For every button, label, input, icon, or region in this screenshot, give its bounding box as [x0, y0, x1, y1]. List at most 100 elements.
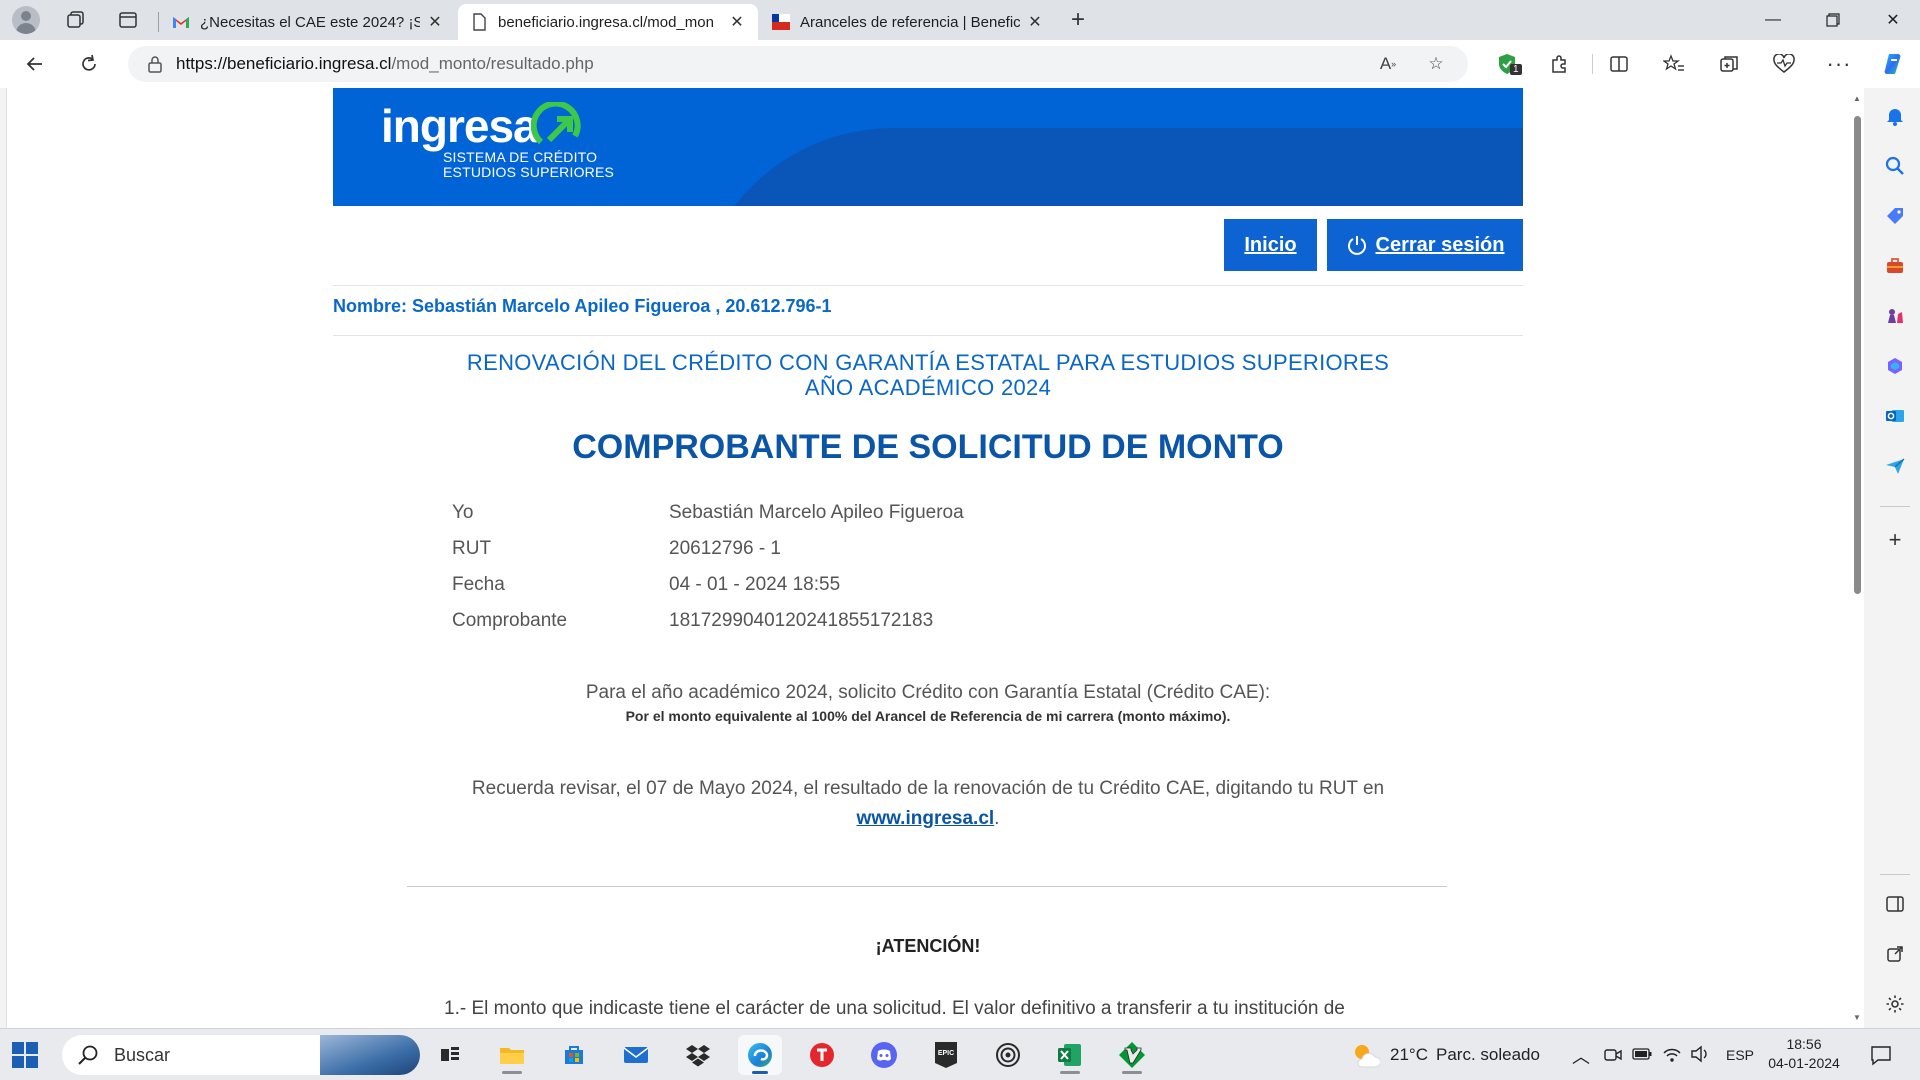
taskbar-clock[interactable]: 18:56 04-01-2024: [1768, 1035, 1840, 1073]
field-label-comprobante: Comprobante: [452, 610, 568, 631]
close-tab-icon[interactable]: ✕: [728, 12, 746, 32]
weather-temp[interactable]: 21°C: [1390, 1045, 1428, 1065]
ingresa-link[interactable]: www.ingresa.cl: [857, 808, 995, 829]
search-icon[interactable]: [1879, 150, 1911, 182]
mail-icon[interactable]: [614, 1035, 658, 1075]
battery-icon[interactable]: [1632, 1047, 1652, 1066]
tab-gmail[interactable]: ¿Necesitas el CAE este 2024? ¡Sol ✕: [160, 4, 456, 40]
logo-subtitle-2: ESTUDIOS SUPERIORES: [443, 164, 615, 180]
copilot-icon[interactable]: [1876, 48, 1910, 80]
language-indicator[interactable]: ESP: [1726, 1047, 1754, 1063]
shopping-tag-icon[interactable]: [1879, 200, 1911, 232]
attention-heading: ¡ATENCIÓN!: [875, 936, 981, 956]
browser-essentials-icon[interactable]: [1767, 48, 1801, 80]
spiral-app-icon[interactable]: [986, 1035, 1030, 1075]
page-scrollbar[interactable]: ▲ ▼: [1850, 88, 1864, 1028]
volume-icon[interactable]: [1690, 1045, 1710, 1068]
notifications-chat-icon[interactable]: [1870, 1044, 1892, 1071]
edge-sidebar: +: [1870, 88, 1920, 1028]
logo-arrow-icon: [531, 102, 581, 145]
back-arrow-icon[interactable]: [18, 48, 52, 80]
field-value-fecha: 04 - 01 - 2024 18:55: [669, 574, 841, 595]
read-aloud-icon[interactable]: A»: [1374, 52, 1402, 76]
browser-toolbar: https://beneficiario.ingresa.cl/mod_mont…: [0, 40, 1920, 88]
power-icon: [1347, 236, 1366, 255]
clock-date: 04-01-2024: [1768, 1055, 1840, 1071]
epic-games-icon[interactable]: EPIC: [924, 1035, 968, 1075]
search-icon: [78, 1045, 98, 1065]
more-options-icon[interactable]: ···: [1822, 48, 1856, 80]
chile-flag-icon: [772, 14, 790, 30]
edge-browser-icon[interactable]: [738, 1035, 782, 1075]
field-value-rut: 20612796 - 1: [669, 538, 781, 559]
browser-tab-bar: ¿Necesitas el CAE este 2024? ¡Sol ✕ bene…: [0, 0, 1920, 40]
url-text[interactable]: https://beneficiario.ingresa.cl/mod_mont…: [176, 54, 594, 74]
scroll-up-arrow-icon[interactable]: ▲: [1853, 94, 1861, 103]
new-tab-icon[interactable]: +: [1062, 6, 1094, 34]
page-viewport: ingresa SISTEMA DE CRÉDITO ESTUDIOS SUPE…: [6, 88, 1850, 1028]
collections-icon[interactable]: [1712, 48, 1746, 80]
cerrar-sesion-button[interactable]: Cerrar sesión: [1327, 219, 1523, 271]
profile-avatar-icon[interactable]: [12, 6, 40, 34]
cerrar-sesion-label: Cerrar sesión: [1375, 233, 1505, 256]
notifications-bell-icon[interactable]: [1879, 100, 1911, 132]
excel-icon[interactable]: [1048, 1035, 1092, 1075]
url-domain: https://beneficiario.ingresa.cl: [176, 54, 392, 73]
sidebar-separator: [1880, 874, 1910, 875]
favorites-icon[interactable]: [1657, 48, 1691, 80]
todoist-icon[interactable]: [800, 1035, 844, 1075]
weather-desc[interactable]: Parc. soleado: [1436, 1045, 1540, 1065]
dropbox-icon[interactable]: [676, 1035, 720, 1075]
field-label-yo: Yo: [452, 502, 474, 523]
tab-actions-icon[interactable]: [112, 6, 144, 34]
sidebar-settings-gear-icon[interactable]: [1879, 988, 1911, 1020]
outlook-icon[interactable]: [1879, 400, 1911, 432]
scroll-down-arrow-icon[interactable]: ▼: [1853, 1013, 1861, 1022]
file-explorer-icon[interactable]: [490, 1035, 534, 1075]
scroll-thumb[interactable]: [1854, 116, 1861, 594]
discord-icon[interactable]: [862, 1035, 906, 1075]
link-suffix: .: [994, 808, 1000, 829]
send-paper-plane-icon[interactable]: [1879, 450, 1911, 482]
microsoft-365-icon[interactable]: [1879, 350, 1911, 382]
meet-now-icon[interactable]: [1604, 1046, 1622, 1069]
windows-taskbar: Buscar EPIC 21°C Parc. soleado ︿ ESP 18:…: [0, 1028, 1920, 1080]
open-external-icon[interactable]: [1879, 938, 1911, 970]
favorite-star-icon[interactable]: ☆: [1422, 52, 1450, 76]
workspaces-icon[interactable]: [60, 6, 92, 34]
split-screen-icon[interactable]: [1602, 48, 1636, 80]
windows-start-icon[interactable]: [12, 1042, 38, 1068]
task-view-icon[interactable]: [428, 1035, 472, 1075]
extensions-puzzle-icon[interactable]: [1542, 48, 1576, 80]
weather-icon[interactable]: [1350, 1041, 1382, 1074]
extension-badge: 1: [1510, 64, 1522, 75]
search-placeholder: Buscar: [114, 1044, 171, 1065]
field-value-yo: Sebastián Marcelo Apileo Figueroa: [669, 502, 964, 523]
tab-aranceles[interactable]: Aranceles de referencia | Benefic ✕: [760, 4, 1056, 40]
hide-sidebar-icon[interactable]: [1879, 888, 1911, 920]
close-window-icon[interactable]: ✕: [1866, 0, 1920, 40]
microsoft-store-icon[interactable]: [552, 1035, 596, 1075]
taskbar-search-box[interactable]: Buscar: [62, 1035, 420, 1075]
restore-icon[interactable]: [1806, 0, 1860, 40]
show-hidden-icons-chevron-icon[interactable]: ︿: [1572, 1043, 1590, 1069]
minimize-icon[interactable]: —: [1746, 0, 1800, 40]
wifi-icon[interactable]: [1662, 1045, 1682, 1068]
refresh-icon[interactable]: [72, 48, 106, 80]
header-banner: ingresa SISTEMA DE CRÉDITO ESTUDIOS SUPE…: [333, 88, 1523, 206]
ingresa-logo[interactable]: ingresa SISTEMA DE CRÉDITO ESTUDIOS SUPE…: [381, 102, 614, 180]
lock-icon[interactable]: [138, 55, 172, 73]
extension-shield-icon[interactable]: 1: [1490, 48, 1524, 80]
add-app-plus-icon[interactable]: +: [1879, 524, 1911, 556]
inicio-button[interactable]: Inicio: [1224, 219, 1317, 271]
tools-briefcase-icon[interactable]: [1879, 250, 1911, 282]
clock-time: 18:56: [1786, 1036, 1822, 1052]
close-tab-icon[interactable]: ✕: [1026, 12, 1044, 32]
games-chess-icon[interactable]: [1879, 300, 1911, 332]
tab-ingresa[interactable]: beneficiario.ingresa.cl/mod_mon ✕: [458, 4, 758, 40]
toolbar-separator: [1592, 54, 1593, 74]
tab-title: Aranceles de referencia | Benefic: [800, 13, 1020, 31]
close-tab-icon[interactable]: ✕: [426, 12, 444, 32]
address-bar[interactable]: https://beneficiario.ingresa.cl/mod_mont…: [128, 46, 1468, 82]
vim-icon[interactable]: [1110, 1035, 1154, 1075]
